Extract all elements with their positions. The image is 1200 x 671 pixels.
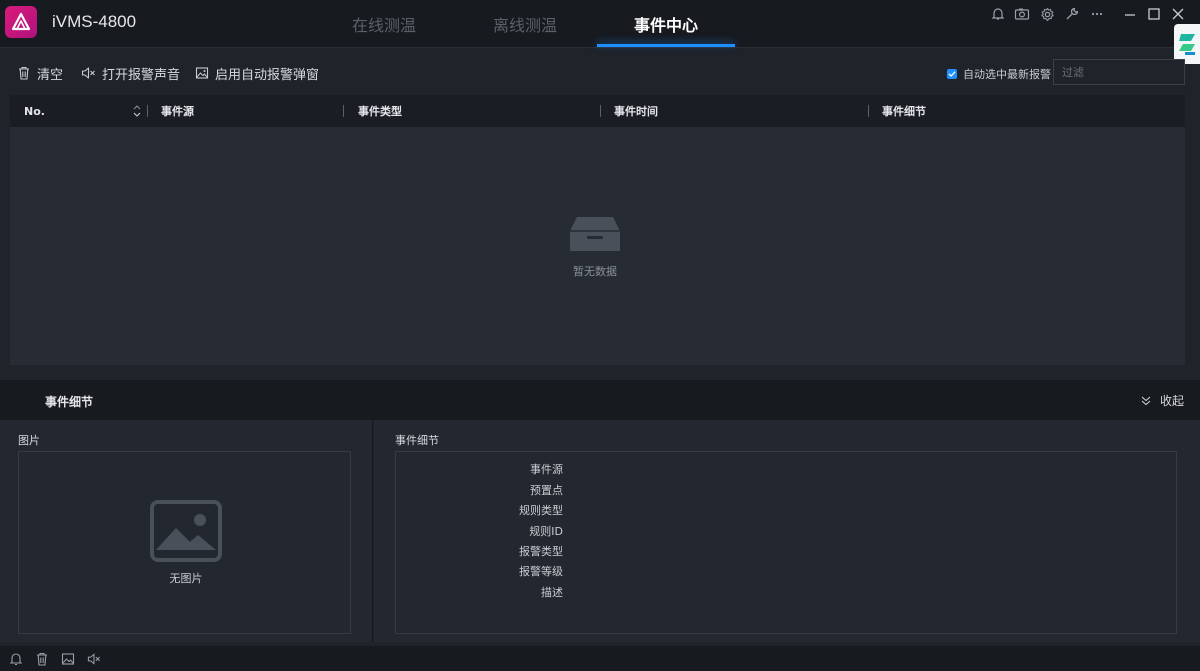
auto-popup-button[interactable]: 启用自动报警弹窗 [195, 64, 320, 83]
filter-input[interactable] [1053, 59, 1185, 85]
picture-box: 无图片 [18, 451, 351, 634]
column-header-event-detail[interactable]: 事件细节 [882, 95, 926, 127]
picture-label: 图片 [18, 434, 40, 447]
column-header-event-source[interactable]: 事件源 [161, 95, 194, 127]
field-label-preset: 预置点 [530, 484, 563, 497]
more-icon[interactable] [1088, 5, 1106, 23]
event-info-panel: 事件细节 事件源 预置点 规则类型 规则ID 报警类型 报警等级 描述 [374, 420, 1200, 642]
event-detail-title: 事件细节 [45, 395, 94, 409]
maximize-icon[interactable] [1145, 5, 1163, 23]
event-detail-header: 事件细节 收起 [0, 380, 1200, 420]
toolbar: 清空 打开报警声音 启用自动报警弹窗 自动选中最新报警 [0, 50, 1200, 94]
wrench-icon[interactable] [1063, 5, 1081, 23]
close-icon[interactable] [1169, 5, 1187, 23]
app-logo-icon [5, 6, 37, 38]
table-header: No. 事件源 事件类型 事件时间 事件细节 [10, 95, 1185, 127]
clear-button[interactable]: 清空 [17, 64, 64, 83]
auto-select-label: 自动选中最新报警 [963, 68, 1051, 81]
clear-label: 清空 [37, 67, 64, 83]
column-header-no[interactable]: No. [24, 95, 45, 127]
title-bar: iVMS-4800 在线测温 离线测温 事件中心 [0, 0, 1200, 48]
column-divider[interactable] [600, 105, 601, 117]
image-icon [195, 67, 209, 79]
tab-event-center[interactable]: 事件中心 [597, 0, 735, 48]
column-divider[interactable] [147, 105, 148, 117]
image-icon[interactable] [61, 652, 75, 666]
app-name: iVMS-4800 [52, 12, 137, 31]
picture-panel: 图片 无图片 [0, 420, 373, 642]
alarm-sound-label: 打开报警声音 [102, 67, 181, 83]
field-label-description: 描述 [541, 586, 563, 599]
sort-icon[interactable] [132, 103, 142, 119]
column-header-event-time[interactable]: 事件时间 [614, 95, 658, 127]
field-label-rule-type: 规则类型 [519, 504, 563, 517]
field-label-rule-id: 规则ID [529, 525, 563, 538]
no-picture-state: 无图片 [149, 500, 223, 586]
mute-icon[interactable] [87, 652, 101, 666]
status-bar [0, 646, 1200, 671]
gear-icon[interactable] [1038, 5, 1056, 23]
auto-popup-label: 启用自动报警弹窗 [215, 67, 320, 83]
collapse-label: 收起 [1159, 394, 1184, 408]
no-picture-label: 无图片 [169, 572, 203, 585]
field-label-alarm-type: 报警类型 [519, 545, 563, 558]
auto-select-latest-alarm[interactable]: 自动选中最新报警 [947, 66, 1051, 82]
bell-icon[interactable] [989, 5, 1007, 23]
event-table: No. 事件源 事件类型 事件时间 事件细节 暂无数据 [10, 95, 1185, 365]
column-header-event-type[interactable]: 事件类型 [358, 95, 402, 127]
auto-select-checkbox[interactable] [947, 69, 957, 79]
trash-icon[interactable] [35, 652, 49, 666]
minimize-icon[interactable] [1121, 5, 1139, 23]
empty-tray-icon [570, 217, 620, 251]
chevron-double-down-icon [1141, 396, 1151, 405]
event-info-box: 事件源 预置点 规则类型 规则ID 报警类型 报警等级 描述 [395, 451, 1177, 634]
column-divider[interactable] [868, 105, 869, 117]
column-divider[interactable] [343, 105, 344, 117]
field-label-alarm-level: 报警等级 [519, 565, 563, 578]
tab-offline-temperature[interactable]: 离线测温 [456, 0, 594, 48]
bell-icon[interactable] [9, 652, 23, 666]
empty-state: 暂无数据 [550, 215, 640, 279]
mute-icon [81, 67, 95, 79]
alarm-sound-button[interactable]: 打开报警声音 [81, 64, 181, 83]
tab-online-temperature[interactable]: 在线测温 [315, 0, 453, 48]
camera-icon[interactable] [1013, 5, 1031, 23]
field-label-event-source: 事件源 [530, 463, 563, 476]
event-info-label: 事件细节 [395, 434, 439, 447]
picture-placeholder-icon [150, 500, 222, 562]
empty-label: 暂无数据 [573, 265, 617, 278]
collapse-button[interactable]: 收起 [1140, 392, 1184, 409]
trash-icon [19, 66, 29, 80]
